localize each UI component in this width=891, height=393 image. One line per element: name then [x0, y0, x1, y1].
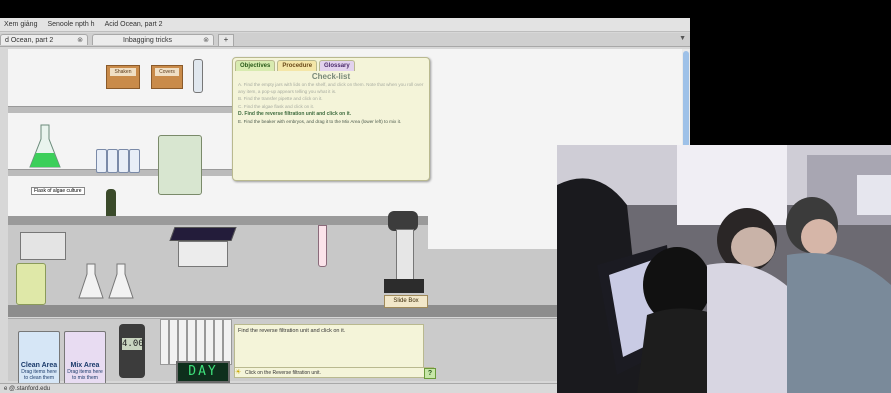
checklist-item-current: D. Find the reverse filtration unit and …: [238, 111, 352, 118]
ph-meter[interactable]: 4.00: [119, 324, 145, 378]
meter-display: 4.00: [122, 338, 144, 350]
close-icon[interactable]: ⊗: [203, 36, 209, 44]
tab-strip: d Ocean, part 2 ⊗ Inbagging tricks ⊗ + ▼: [0, 33, 690, 47]
tab-objectives[interactable]: Objectives: [235, 60, 276, 71]
checklist-item: B. Find the transfer pipette and click o…: [238, 96, 323, 102]
clean-area[interactable]: Clean Area Drag items here to clean them: [18, 331, 60, 390]
reverse-filtration-unit[interactable]: [158, 135, 202, 195]
checklist-tabs: Objectives Procedure Glossary: [235, 60, 355, 71]
tab-acid-ocean[interactable]: d Ocean, part 2 ⊗: [0, 34, 88, 45]
erlenmeyer-flask[interactable]: [108, 262, 134, 300]
classroom-photo-overlay: [557, 145, 891, 393]
bookmarks-bar: Xem giảng Senoole npth h Acid Ocean, par…: [0, 18, 690, 32]
shaker-table[interactable]: [169, 227, 237, 267]
students-at-laptops-image: [557, 145, 891, 393]
mix-area-subtitle: Drag items here to mix them: [67, 369, 103, 381]
mix-area-title: Mix Area: [70, 362, 100, 369]
tab-list-chevron-icon[interactable]: ▼: [679, 35, 686, 42]
tab-glossary[interactable]: Glossary: [319, 60, 355, 71]
checklist-title: Check-list: [311, 72, 351, 81]
shaken-box[interactable]: Shaken: [106, 65, 140, 89]
new-tab-button[interactable]: +: [218, 34, 234, 47]
hint-bar: Click on the Reverse filtration unit.: [234, 367, 434, 378]
upper-shelf: [8, 106, 233, 113]
checklist-panel: Objectives Procedure Glossary Check-list…: [232, 57, 430, 181]
clean-area-subtitle: Drag items here to clean them: [21, 369, 57, 381]
empty-jars[interactable]: [96, 141, 140, 175]
beaker-with-embryos[interactable]: [16, 263, 46, 305]
flask-tooltip: Flask of algae culture: [31, 187, 85, 195]
bookmark-item[interactable]: Senoole npth h: [47, 21, 94, 28]
close-icon[interactable]: ⊗: [77, 36, 83, 44]
tab-procedure[interactable]: Procedure: [277, 60, 318, 71]
bookmark-item[interactable]: Acid Ocean, part 2: [105, 21, 163, 28]
checklist-item: E. Find the beaker with embryos, and dra…: [238, 118, 402, 124]
checklist-item: C. Find the algae flask and click on it.: [238, 103, 315, 109]
tab-inbagging[interactable]: Inbagging tricks ⊗: [92, 34, 214, 45]
algae-flask[interactable]: [28, 123, 62, 171]
hotplate[interactable]: [20, 232, 66, 260]
help-button[interactable]: ?: [424, 368, 436, 379]
tab-title: d Ocean, part 2: [5, 36, 54, 44]
mix-area[interactable]: Mix Area Drag items here to mix them: [64, 331, 106, 390]
transfer-pipette[interactable]: [193, 59, 203, 93]
checklist-item: A. Find the empty jars with lids on the …: [238, 82, 424, 94]
erlenmeyer-flask[interactable]: [78, 262, 104, 300]
bookmark-item[interactable]: Xem giảng: [4, 21, 37, 28]
slide-box[interactable]: Slide Box: [384, 295, 428, 308]
day-counter: DAY: [176, 361, 230, 383]
test-tube[interactable]: [318, 225, 327, 267]
box-label: Shaken: [110, 68, 136, 76]
covers-box[interactable]: Covers: [151, 65, 183, 89]
checklist-items: A. Find the empty jars with lids on the …: [238, 82, 424, 127]
clean-area-title: Clean Area: [20, 362, 58, 369]
microscope[interactable]: [380, 209, 428, 299]
tab-title: Inbagging tricks: [123, 36, 173, 44]
top-black-band: [0, 0, 891, 18]
lightbulb-icon: ☀: [235, 369, 242, 376]
box-label: Covers: [155, 68, 179, 76]
